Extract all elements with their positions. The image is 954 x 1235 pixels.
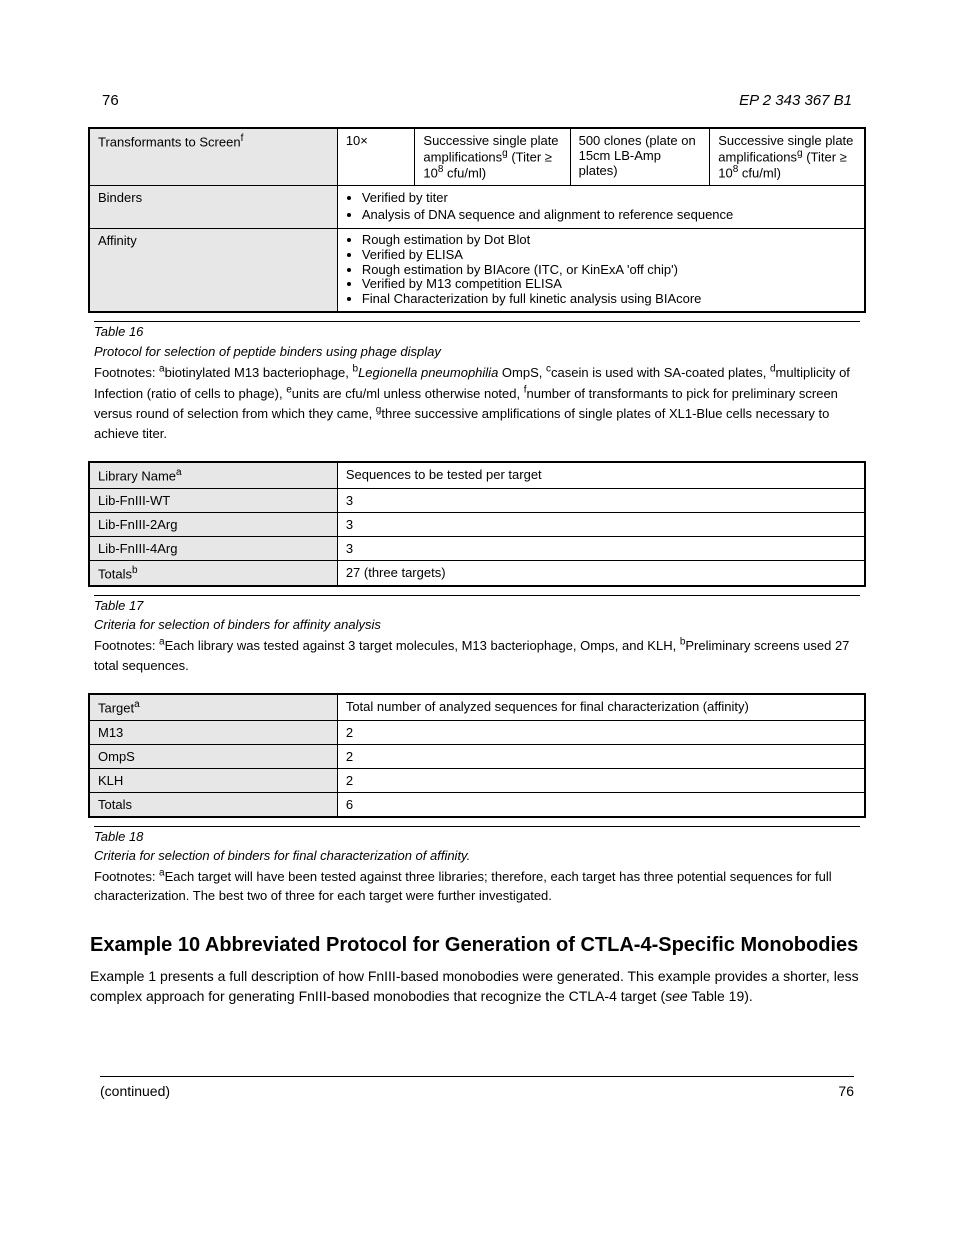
table-17-title: Criteria for selection of binders for af… — [94, 615, 860, 635]
list-item: Verified by titer — [362, 190, 856, 207]
table-row-label: KLH — [89, 768, 337, 792]
table-cell: Sequences to be tested per target — [337, 462, 865, 488]
table-16-caption: Table 16 Protocol for selection of pepti… — [94, 321, 860, 443]
header-doc-code: EP 2 343 367 B1 — [739, 92, 852, 109]
table-cell: 27 (three targets) — [337, 560, 865, 586]
footer-continued: (continued) — [100, 1083, 170, 1099]
table-row-label: Lib-FnIII-2Arg — [89, 512, 337, 536]
table-cell: 3 — [337, 488, 865, 512]
table-18: TargetaTotal number of analyzed sequence… — [88, 693, 866, 817]
table-cell: Verified by titerAnalysis of DNA sequenc… — [337, 185, 865, 228]
table-row-label: Affinity — [89, 228, 337, 312]
table-cell: 2 — [337, 720, 865, 744]
table-18-caption: Table 18 Criteria for selection of binde… — [94, 826, 860, 906]
table-row-label: Transformants to Screenf — [89, 128, 337, 185]
table-cell: 2 — [337, 768, 865, 792]
table-cell: 3 — [337, 512, 865, 536]
table-cell: Successive single plate amplificationsg … — [415, 128, 570, 185]
page-header: 76 EP 2 343 367 B1 — [88, 92, 866, 109]
table-16-title: Protocol for selection of peptide binder… — [94, 342, 860, 362]
list-item: Final Characterization by full kinetic a… — [362, 292, 856, 307]
section-heading: Example 10 Abbreviated Protocol for Gene… — [90, 934, 866, 957]
table-row-label: Lib-FnIII-4Arg — [89, 536, 337, 560]
table-row-label: Library Namea — [89, 462, 337, 488]
table-17-label: Table 17 — [94, 598, 143, 613]
table-row-label: Lib-FnIII-WT — [89, 488, 337, 512]
table-16-label: Table 16 — [94, 324, 143, 339]
table-row-label: Totals — [89, 792, 337, 817]
table-18-label: Table 18 — [94, 829, 143, 844]
table-cell: 2 — [337, 744, 865, 768]
table-18-title: Criteria for selection of binders for fi… — [94, 846, 860, 866]
table-cell: 6 — [337, 792, 865, 817]
list-item: Rough estimation by Dot Blot — [362, 233, 856, 248]
table-row-label: M13 — [89, 720, 337, 744]
list-item: Rough estimation by BIAcore (ITC, or Kin… — [362, 263, 856, 278]
table-cell: 10× — [337, 128, 415, 185]
table-row-label: Targeta — [89, 694, 337, 720]
table-row-label: OmpS — [89, 744, 337, 768]
table-17: Library NameaSequences to be tested per … — [88, 461, 866, 587]
table-cell: Total number of analyzed sequences for f… — [337, 694, 865, 720]
table-cell: 3 — [337, 536, 865, 560]
header-page-number: 76 — [102, 92, 119, 109]
table-18-footnotes: Footnotes: aEach target will have been t… — [94, 869, 832, 904]
list-item: Verified by ELISA — [362, 248, 856, 263]
footer-page-number: 76 — [838, 1083, 854, 1099]
table-cell: Successive single plate amplificationsg … — [710, 128, 865, 185]
list-item: Analysis of DNA sequence and alignment t… — [362, 207, 856, 224]
list-item: Verified by M13 competition ELISA — [362, 277, 856, 292]
table-17-footnotes: Footnotes: aEach library was tested agai… — [94, 638, 849, 673]
table-row-label: Totalsb — [89, 560, 337, 586]
table-17-caption: Table 17 Criteria for selection of binde… — [94, 595, 860, 675]
page-footer: (continued) 76 — [100, 1076, 854, 1099]
table-16-footnotes: Footnotes: abiotinylated M13 bacteriopha… — [94, 365, 850, 441]
table-cell: Rough estimation by Dot BlotVerified by … — [337, 228, 865, 312]
table-row-label: Binders — [89, 185, 337, 228]
table-16: Transformants to Screenf10×Successive si… — [88, 127, 866, 313]
section-paragraph: Example 1 presents a full description of… — [90, 967, 866, 1006]
table-cell: 500 clones (plate on 15cm LB-Amp plates) — [570, 128, 710, 185]
